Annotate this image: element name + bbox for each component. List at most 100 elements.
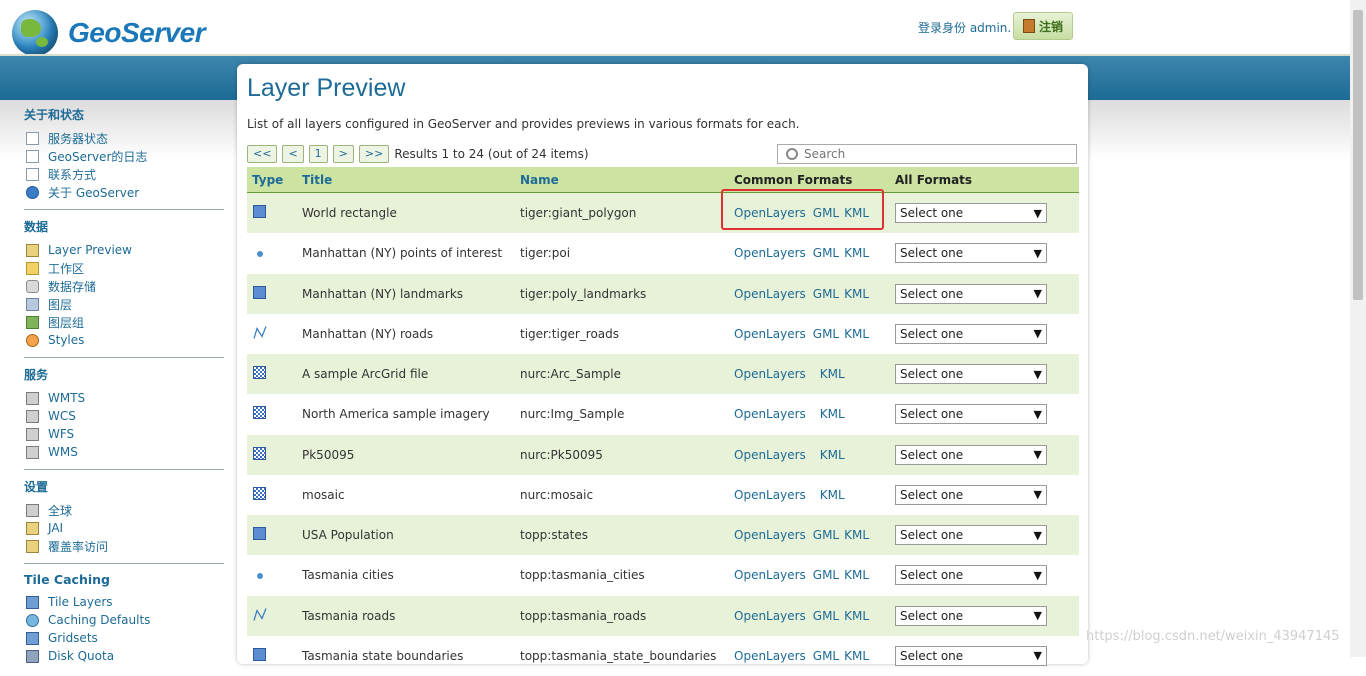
openlayers-link[interactable]: OpenLayers bbox=[734, 287, 806, 301]
format-select[interactable]: Select one ▼ bbox=[895, 323, 1047, 344]
column-header-type[interactable]: Type bbox=[252, 173, 283, 187]
format-select[interactable]: Select one ▼ bbox=[895, 645, 1047, 666]
sidebar-item-about[interactable]: 关于 GeoServer bbox=[24, 183, 224, 201]
search-box[interactable] bbox=[777, 144, 1077, 164]
geoserver-logo[interactable]: GeoServer bbox=[12, 10, 206, 56]
sidebar-item-contact[interactable]: 联系方式 bbox=[24, 165, 224, 183]
sidebar-item-wcs[interactable]: WCS bbox=[24, 407, 224, 425]
section-title: 关于和状态 bbox=[24, 108, 85, 122]
raster-icon bbox=[253, 486, 266, 500]
select-value: Select one bbox=[900, 407, 964, 422]
sidebar-item-jai[interactable]: JAI bbox=[24, 519, 224, 537]
sidebar-item-layer-groups[interactable]: 图层组 bbox=[24, 313, 224, 331]
gml-link[interactable]: GML bbox=[813, 528, 839, 542]
sidebar-item-gridsets[interactable]: Gridsets bbox=[24, 629, 224, 647]
sidebar-item-workspaces[interactable]: 工作区 bbox=[24, 259, 224, 277]
logout-button[interactable]: 注销 bbox=[1013, 12, 1073, 40]
section-title: 服务 bbox=[24, 368, 49, 382]
gml-link[interactable]: GML bbox=[813, 287, 839, 301]
openlayers-link[interactable]: OpenLayers bbox=[734, 488, 806, 502]
row-name: nurc:mosaic bbox=[520, 487, 594, 502]
openlayers-link[interactable]: OpenLayers bbox=[734, 609, 806, 623]
kml-link[interactable]: KML bbox=[820, 367, 845, 381]
sidebar-item-styles[interactable]: Styles bbox=[24, 331, 224, 349]
sidebar-item-layers[interactable]: 图层 bbox=[24, 295, 224, 313]
kml-link[interactable]: KML bbox=[844, 528, 869, 542]
kml-link[interactable]: KML bbox=[820, 448, 845, 462]
polygon-icon bbox=[253, 205, 266, 219]
sidebar-item-disk-quota[interactable]: Disk Quota bbox=[24, 647, 224, 665]
sidebar-item-label: Styles bbox=[48, 333, 85, 347]
sidebar-item-layer-preview[interactable]: Layer Preview bbox=[24, 241, 224, 259]
openlayers-link[interactable]: OpenLayers bbox=[734, 367, 806, 381]
sidebar-item-global[interactable]: 全球 bbox=[24, 501, 224, 519]
select-value: Select one bbox=[900, 648, 964, 663]
kml-link[interactable]: KML bbox=[844, 287, 869, 301]
format-select[interactable]: Select one ▼ bbox=[895, 565, 1047, 586]
row-all-formats: Select one ▼ bbox=[895, 404, 1047, 425]
openlayers-link[interactable]: OpenLayers bbox=[734, 407, 806, 421]
sidebar-item-caching-defaults[interactable]: Caching Defaults bbox=[24, 611, 224, 629]
kml-link[interactable]: KML bbox=[820, 407, 845, 421]
database-icon bbox=[26, 279, 39, 293]
gml-link[interactable]: GML bbox=[813, 327, 839, 341]
kml-link[interactable]: KML bbox=[844, 649, 869, 663]
page-number-button[interactable]: 1 bbox=[308, 145, 328, 163]
format-select[interactable]: Select one ▼ bbox=[895, 243, 1047, 264]
table-header: Type Title Name Common Formats All Forma… bbox=[247, 167, 1079, 193]
prev-page-button[interactable]: < bbox=[282, 145, 304, 163]
sidebar-item-coverage-access[interactable]: 覆盖率访问 bbox=[24, 537, 224, 555]
sidebar-item-tile-layers[interactable]: Tile Layers bbox=[24, 593, 224, 611]
gml-link[interactable]: GML bbox=[813, 609, 839, 623]
last-page-button[interactable]: >> bbox=[358, 145, 390, 163]
openlayers-link[interactable]: OpenLayers bbox=[734, 448, 806, 462]
format-select[interactable]: Select one ▼ bbox=[895, 404, 1047, 425]
sidebar-item-wmts[interactable]: WMTS bbox=[24, 389, 224, 407]
kml-link[interactable]: KML bbox=[844, 568, 869, 582]
row-name: topp:tasmania_state_boundaries bbox=[520, 648, 717, 663]
polygon-icon bbox=[253, 647, 266, 661]
format-select[interactable]: Select one ▼ bbox=[895, 525, 1047, 546]
sidebar-item-wms[interactable]: WMS bbox=[24, 443, 224, 461]
format-select[interactable]: Select one ▼ bbox=[895, 203, 1047, 224]
row-type bbox=[253, 568, 263, 582]
sidebar-item-wfs[interactable]: WFS bbox=[24, 425, 224, 443]
gml-link[interactable]: GML bbox=[813, 568, 839, 582]
openlayers-link[interactable]: OpenLayers bbox=[734, 568, 806, 582]
search-input[interactable] bbox=[804, 147, 1054, 161]
vertical-scrollbar[interactable] bbox=[1350, 0, 1366, 657]
sidebar-item-logs[interactable]: GeoServer的日志 bbox=[24, 147, 224, 165]
gml-link[interactable]: GML bbox=[813, 246, 839, 260]
image-icon bbox=[26, 539, 39, 553]
table-row: USA Population topp:states OpenLayers GML KM… bbox=[247, 515, 1079, 556]
row-type bbox=[253, 325, 267, 342]
select-value: Select one bbox=[900, 568, 964, 583]
sidebar-item-server-status[interactable]: 服务器状态 bbox=[24, 129, 224, 147]
kml-link[interactable]: KML bbox=[844, 327, 869, 341]
format-select[interactable]: Select one ▼ bbox=[895, 444, 1047, 465]
format-select[interactable]: Select one ▼ bbox=[895, 484, 1047, 505]
image-icon bbox=[26, 521, 39, 535]
column-header-name[interactable]: Name bbox=[520, 173, 559, 187]
row-common-formats: OpenLayers GML KML bbox=[734, 649, 874, 663]
format-select[interactable]: Select one ▼ bbox=[895, 283, 1047, 304]
gml-link[interactable]: GML bbox=[813, 649, 839, 663]
format-select[interactable]: Select one ▼ bbox=[895, 364, 1047, 385]
next-page-button[interactable]: > bbox=[332, 145, 354, 163]
scrollbar-thumb[interactable] bbox=[1353, 10, 1363, 300]
column-header-title[interactable]: Title bbox=[302, 173, 332, 187]
openlayers-link[interactable]: OpenLayers bbox=[734, 649, 806, 663]
kml-link[interactable]: KML bbox=[820, 488, 845, 502]
format-select[interactable]: Select one ▼ bbox=[895, 605, 1047, 626]
chevron-down-icon: ▼ bbox=[1033, 568, 1042, 582]
openlayers-link[interactable]: OpenLayers bbox=[734, 528, 806, 542]
row-name: tiger:giant_polygon bbox=[520, 206, 637, 221]
sidebar-item-stores[interactable]: 数据存储 bbox=[24, 277, 224, 295]
kml-link[interactable]: KML bbox=[844, 246, 869, 260]
first-page-button[interactable]: << bbox=[247, 145, 278, 163]
openlayers-link[interactable]: OpenLayers bbox=[734, 327, 806, 341]
sidebar-item-label: 数据存储 bbox=[48, 279, 97, 294]
openlayers-link[interactable]: OpenLayers bbox=[734, 246, 806, 260]
kml-link[interactable]: KML bbox=[844, 609, 869, 623]
chevron-down-icon: ▼ bbox=[1033, 367, 1042, 381]
